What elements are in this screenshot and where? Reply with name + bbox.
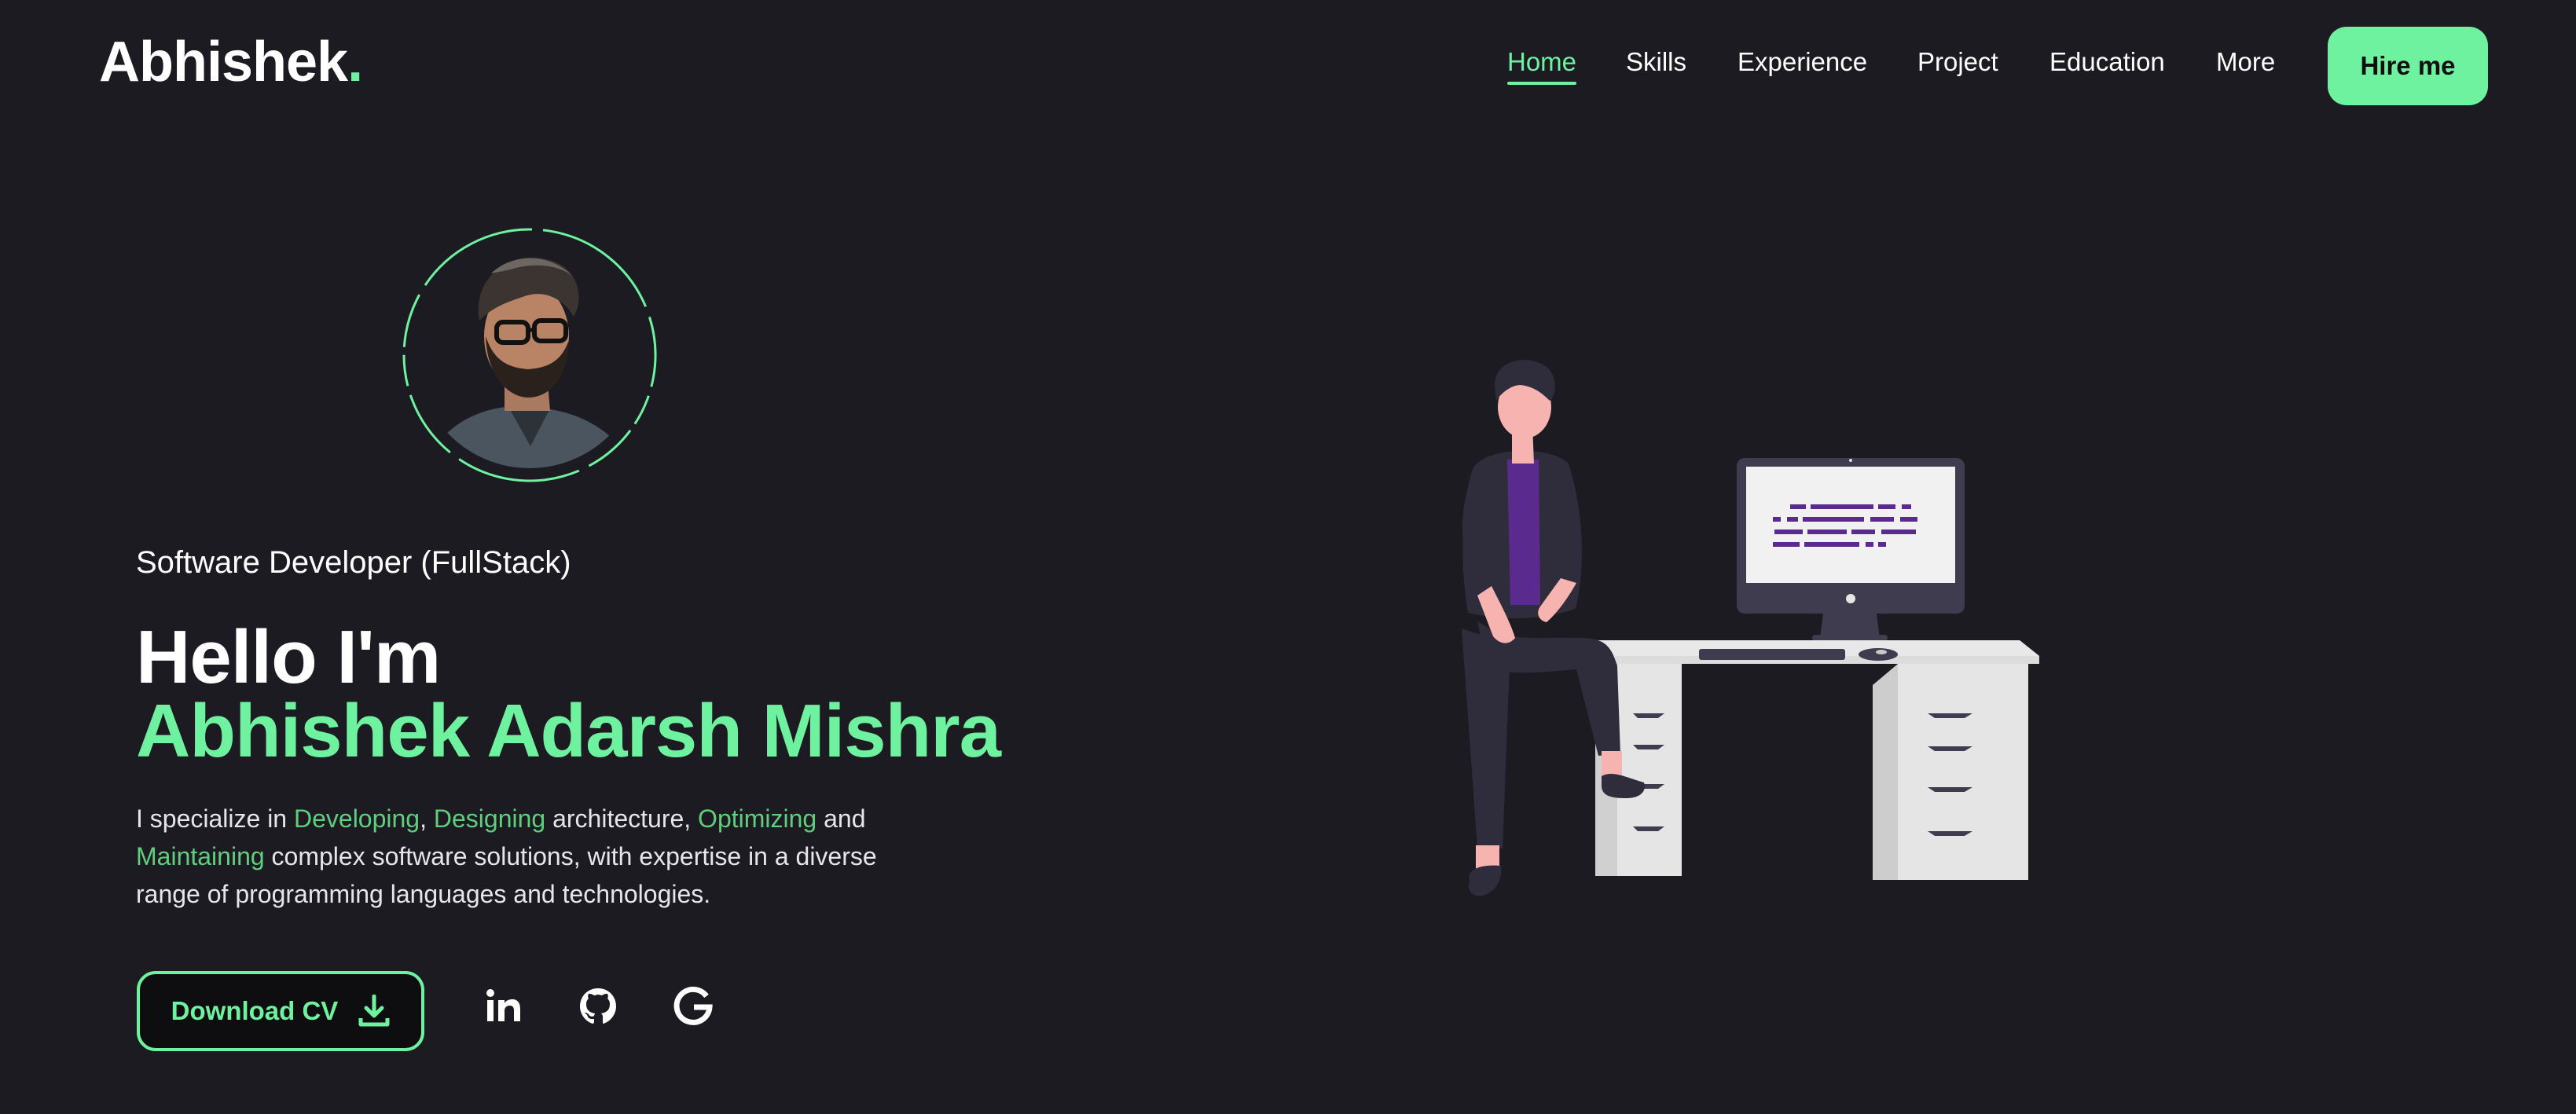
desc-highlight-developing: Developing: [293, 804, 420, 833]
nav-link-home[interactable]: Home: [1507, 47, 1576, 77]
nav-link-more[interactable]: More: [2216, 47, 2275, 77]
desc-text-2: ,: [420, 804, 434, 833]
hire-me-button[interactable]: Hire me: [2328, 27, 2488, 105]
nav-link-skills[interactable]: Skills: [1626, 47, 1686, 77]
nav-link-education[interactable]: Education: [2049, 47, 2165, 77]
intro-description: I specialize in Developing, Designing ar…: [136, 800, 938, 913]
desc-highlight-designing: Designing: [433, 804, 546, 833]
desc-highlight-optimizing: Optimizing: [698, 804, 817, 833]
person-photo: [416, 242, 643, 468]
github-icon[interactable]: [577, 985, 619, 1028]
avatar-photo: [416, 242, 643, 468]
role-subtitle: Software Developer (FullStack): [136, 545, 571, 580]
active-nav-indicator: [1507, 82, 1576, 85]
developer-desk-illustration: [1462, 360, 2039, 896]
keyboard: [1699, 649, 1845, 660]
navbar: Abhishek. Home Skills Experience Project…: [0, 0, 2576, 134]
desc-highlight-maintaining: Maintaining: [136, 842, 265, 870]
profile-avatar: [401, 226, 659, 484]
full-name-heading: Abhishek Adarsh Mishra: [136, 689, 1001, 773]
nav-link-project[interactable]: Project: [1917, 47, 1998, 77]
monitor-screen: [1746, 467, 1955, 583]
mouse: [1859, 648, 1898, 661]
download-cv-button[interactable]: Download CV: [137, 971, 424, 1051]
nav-menu: Home Skills Experience Project Education…: [0, 47, 2576, 94]
download-icon: [358, 995, 390, 1027]
nav-link-experience[interactable]: Experience: [1738, 47, 1867, 77]
google-icon[interactable]: [672, 985, 714, 1028]
desc-text-4: and: [816, 804, 866, 833]
desc-text-3: architecture,: [545, 804, 699, 833]
download-cv-label: Download CV: [171, 996, 339, 1025]
desc-text-1: I specialize in: [136, 804, 294, 833]
linkedin-icon[interactable]: [483, 985, 525, 1028]
